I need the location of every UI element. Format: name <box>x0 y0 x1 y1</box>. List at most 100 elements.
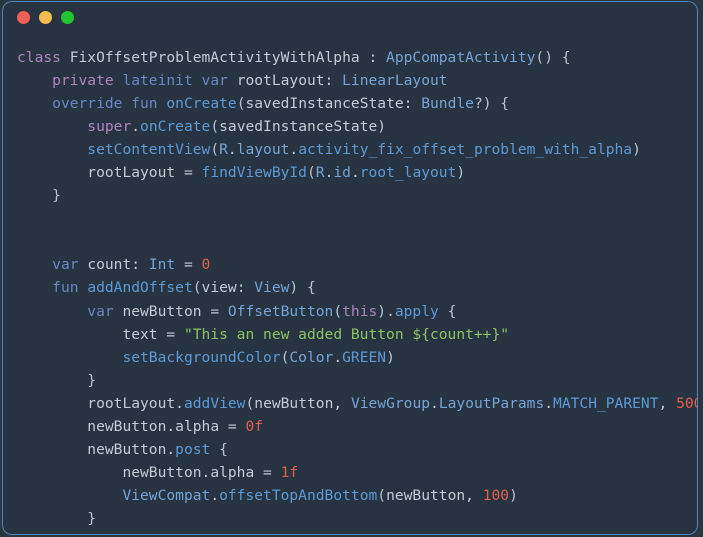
code-token: rootLayout <box>87 164 176 182</box>
code-token: } <box>17 509 97 527</box>
code-token: . <box>131 118 141 136</box>
code-token: = <box>201 302 228 320</box>
minimize-button[interactable] <box>39 10 52 24</box>
code-line: setBackgroundColor(Color.GREEN) <box>17 346 697 369</box>
code-token: . <box>201 463 211 481</box>
code-token: , <box>658 394 677 412</box>
code-token: } <box>17 187 61 205</box>
code-token: () { <box>535 49 571 66</box>
code-token: addAndOffset <box>87 279 193 297</box>
code-token: . <box>430 394 439 412</box>
code-token: LinearLayout <box>342 72 448 90</box>
code-token: Color <box>289 348 334 366</box>
code-line: var count: Int = 0 <box>17 253 697 276</box>
code-token: AppCompatActivity <box>386 49 536 66</box>
code-token: ( <box>377 486 387 504</box>
code-block[interactable]: class FixOffsetProblemActivityWithAlpha … <box>3 32 697 534</box>
code-token: Bundle <box>421 95 474 113</box>
code-token: private <box>52 72 123 90</box>
code-line: setContentView(R.layout.activity_fix_off… <box>17 138 697 161</box>
code-token: . <box>166 417 176 435</box>
code-token: { <box>210 440 228 458</box>
code-token: FixOffsetProblemActivityWithAlpha <box>69 49 360 66</box>
code-token: ( <box>333 302 343 320</box>
code-token: ) <box>509 486 518 504</box>
code-token: ?) { <box>473 95 510 113</box>
code-token: addView <box>183 394 246 412</box>
code-line: override fun onCreate(savedInstanceState… <box>17 92 697 115</box>
code-token: = <box>219 417 246 435</box>
code-token: 0 <box>201 256 211 274</box>
code-token: text <box>122 325 158 343</box>
code-token: newButton <box>122 302 202 320</box>
code-token: } <box>17 533 61 534</box>
code-token: { <box>438 302 457 320</box>
code-token: rootLayout: <box>236 72 343 90</box>
code-token: MATCH_PARENT <box>553 394 659 412</box>
code-token: = <box>157 325 184 343</box>
code-token: 1f <box>280 463 299 481</box>
code-token: : <box>359 49 387 66</box>
code-token: . <box>227 141 237 159</box>
code-token: ViewGroup <box>350 394 431 412</box>
code-token: Int <box>148 256 176 274</box>
code-token: id <box>333 164 351 182</box>
code-token: OffsetButton <box>227 302 334 320</box>
code-line: rootLayout = findViewById(R.id.root_layo… <box>17 161 697 184</box>
code-token: 500 <box>676 394 697 412</box>
code-token: . <box>350 164 360 182</box>
code-token: ( <box>192 279 202 297</box>
code-token: activity_fix_offset_problem_with_alpha <box>298 141 633 159</box>
code-token: apply <box>394 302 439 320</box>
maximize-button[interactable] <box>61 10 74 24</box>
window-titlebar <box>3 2 697 32</box>
code-token: R <box>315 164 325 182</box>
code-token: root_layout <box>359 164 457 182</box>
code-token: class <box>17 49 70 66</box>
code-token: fun <box>52 279 88 297</box>
code-token: ( <box>245 394 255 412</box>
code-token: newButton, <box>386 486 483 504</box>
code-token: 100 <box>482 486 510 504</box>
code-line: } <box>17 369 697 392</box>
code-token: . <box>544 394 554 412</box>
code-token: "This an new added Button ${count++}" <box>183 325 510 343</box>
code-token: . <box>175 394 184 412</box>
code-line: var newButton = OffsetButton(this).apply… <box>17 300 697 323</box>
code-line: text = "This an new added Button ${count… <box>17 323 697 346</box>
code-token: = <box>175 256 202 274</box>
code-token: View <box>254 279 290 297</box>
code-line: private lateinit var rootLayout: LinearL… <box>17 69 697 92</box>
code-token: GREEN <box>342 348 387 366</box>
code-token: newButton <box>122 463 202 481</box>
code-token: newButton <box>87 417 167 435</box>
close-button[interactable] <box>17 10 30 24</box>
code-line: } <box>17 184 697 207</box>
code-token: ) { <box>289 279 316 297</box>
code-token: setContentView <box>87 141 211 159</box>
code-token: newButton, <box>254 394 351 412</box>
code-token: onCreate <box>166 95 237 113</box>
code-token: post <box>175 440 211 458</box>
code-token: ViewCompat <box>122 486 211 504</box>
code-token: ) <box>456 164 466 182</box>
code-token: . <box>289 141 299 159</box>
code-token: this <box>342 302 378 320</box>
code-token: rootLayout <box>87 394 176 412</box>
code-line: super.onCreate(savedInstanceState) <box>17 115 697 138</box>
code-token: . <box>166 440 176 458</box>
code-line: } <box>17 530 697 534</box>
code-token: savedInstanceState: <box>245 95 422 113</box>
